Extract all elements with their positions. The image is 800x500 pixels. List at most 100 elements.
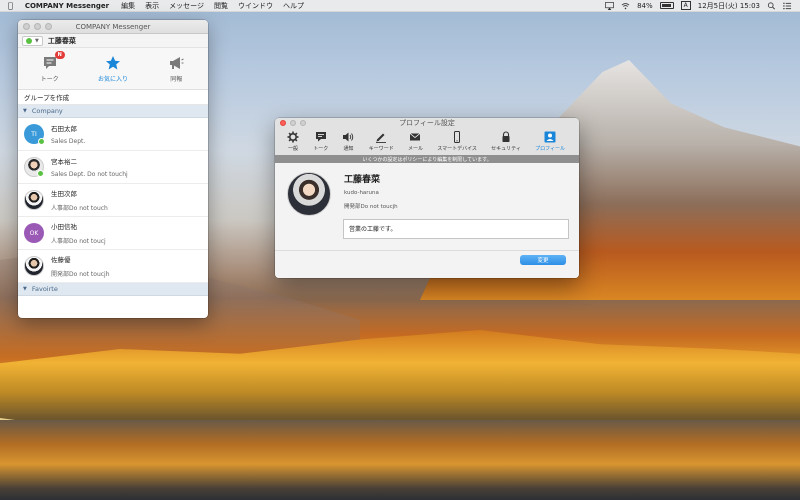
tab-favorites[interactable]: お気に入り xyxy=(88,55,138,83)
contact-status: 開発部Do not toucjh xyxy=(51,271,110,278)
zoom-button[interactable] xyxy=(45,23,52,30)
gear-icon xyxy=(287,131,299,143)
close-button[interactable] xyxy=(280,120,286,126)
menu-bar:  COMPANY Messenger 編集 表示 メッセージ 閲覧 ウインドウ… xyxy=(0,0,800,12)
online-status-icon xyxy=(38,138,45,145)
section-company[interactable]: ▼ Company xyxy=(18,105,208,118)
online-status-icon xyxy=(37,170,44,177)
contact-name: 石田太郎 xyxy=(51,125,77,133)
avatar: TI xyxy=(24,124,45,145)
tab-label: トーク xyxy=(40,75,59,83)
battery-icon[interactable] xyxy=(659,2,674,9)
airplay-icon[interactable] xyxy=(605,1,614,10)
messenger-window: COMPANY Messenger ▼ 工藤春菜 N トーク お気に入り 同報 … xyxy=(18,20,208,318)
create-group-button[interactable]: グループを作成 xyxy=(18,90,208,105)
presence-dropdown[interactable]: ▼ xyxy=(22,35,43,46)
toolbar-smart-device[interactable]: スマートデバイス xyxy=(437,131,477,152)
chevron-down-icon: ▼ xyxy=(35,37,39,44)
toolbar-general[interactable]: 一般 xyxy=(287,131,299,152)
menu-edit[interactable]: 編集 xyxy=(121,1,135,11)
input-method[interactable]: A xyxy=(680,1,691,10)
toolbar-label: キーワード xyxy=(368,146,394,152)
profile-user-id: kudo-haruna xyxy=(344,190,379,196)
contact-item[interactable]: OK 小田信祐 人事部Do not toucj xyxy=(18,217,208,250)
toolbar-label: セキュリティ xyxy=(491,146,521,152)
toolbar-keyword[interactable]: キーワード xyxy=(369,131,394,152)
tab-talk[interactable]: N トーク xyxy=(25,50,75,83)
tab-broadcast[interactable]: 同報 xyxy=(151,55,201,83)
star-icon xyxy=(105,55,120,69)
menu-browse[interactable]: 閲覧 xyxy=(214,1,228,11)
main-tabs: N トーク お気に入り 同報 xyxy=(18,48,208,90)
toolbar-security[interactable]: セキュリティ xyxy=(491,131,521,152)
wifi-icon[interactable] xyxy=(621,2,630,10)
chat-icon xyxy=(315,132,326,142)
toolbar-label: 通知 xyxy=(343,146,354,152)
messenger-titlebar[interactable]: COMPANY Messenger xyxy=(18,20,208,34)
avatar xyxy=(24,190,44,210)
disclosure-triangle-icon: ▼ xyxy=(23,108,27,114)
section-favorite[interactable]: ▼ Favoirte xyxy=(18,283,208,296)
profile-memo-field[interactable]: 営業の工藤です。 xyxy=(343,219,569,239)
minimize-button[interactable] xyxy=(34,23,41,30)
avatar: OK xyxy=(24,223,44,243)
contact-name: 佐藤優 xyxy=(51,256,71,264)
disclosure-triangle-icon: ▼ xyxy=(23,286,27,292)
contact-item[interactable]: TI 石田太郎 Sales Dept. xyxy=(18,118,208,151)
mail-icon xyxy=(410,133,421,141)
menu-window[interactable]: ウインドウ xyxy=(238,1,273,11)
section-label: Favoirte xyxy=(31,285,58,293)
profile-panel: 工藤春菜 kudo-haruna 開発部Do not toucjh 営業の工藤で… xyxy=(275,163,579,278)
toolbar-mail[interactable]: メール xyxy=(408,131,423,152)
zoom-button[interactable] xyxy=(300,120,306,126)
contact-item[interactable]: 宮本裕二 Sales Dept. Do not touchj xyxy=(18,151,208,184)
unread-badge: N xyxy=(54,50,65,59)
tab-label: 同報 xyxy=(170,75,183,83)
menu-message[interactable]: メッセージ xyxy=(169,1,204,11)
current-username: 工藤春菜 xyxy=(47,36,76,45)
avatar-initials: TI xyxy=(31,130,37,138)
menu-help[interactable]: ヘルプ xyxy=(283,1,304,11)
contact-item[interactable]: 佐藤優 開発部Do not toucjh xyxy=(18,250,208,283)
contact-name: 宮本裕二 xyxy=(51,158,77,166)
profile-titlebar[interactable]: プロフィール設定 xyxy=(275,118,579,128)
contact-name: 生田次郎 xyxy=(51,190,77,198)
policy-notice: いくつかの設定はポリシーにより編集を制限しています。 xyxy=(275,155,579,163)
avatar xyxy=(24,157,44,177)
clock[interactable]: 12月5日(火) 15:03 xyxy=(698,1,760,11)
toolbar-notification[interactable]: 通知 xyxy=(342,131,354,152)
app-menu[interactable]: COMPANY Messenger xyxy=(25,2,109,10)
contact-status: Sales Dept. xyxy=(51,138,86,145)
toolbar-label: スマートデバイス xyxy=(437,146,477,152)
profile-status: 開発部Do not toucjh xyxy=(344,204,398,210)
divider xyxy=(275,250,579,251)
settings-toolbar: 一般 トーク 通知 キーワード メール スマートデバイス セキュリティ プロフィ… xyxy=(275,128,579,155)
contact-status: 人事部Do not touch xyxy=(51,205,108,212)
apple-menu-icon[interactable]:  xyxy=(8,1,13,10)
speaker-icon xyxy=(343,132,354,142)
profile-name: 工藤春菜 xyxy=(344,175,381,185)
window-title: プロフィール設定 xyxy=(399,119,455,127)
profile-icon xyxy=(544,131,556,143)
toolbar-label: トーク xyxy=(313,146,329,152)
lock-icon xyxy=(502,131,510,142)
menu-view[interactable]: 表示 xyxy=(145,1,159,11)
user-bar: ▼ 工藤春菜 xyxy=(18,34,208,48)
pen-icon xyxy=(376,133,387,143)
section-label: Company xyxy=(31,107,63,115)
avatar xyxy=(24,256,44,276)
close-button[interactable] xyxy=(23,23,30,30)
notification-center-icon[interactable] xyxy=(783,2,792,10)
change-button[interactable]: 変更 xyxy=(520,255,566,265)
contact-item[interactable]: 生田次郎 人事部Do not touch xyxy=(18,184,208,217)
phone-icon xyxy=(454,131,461,143)
minimize-button[interactable] xyxy=(290,120,296,126)
online-status-icon xyxy=(26,37,32,44)
profile-photo[interactable] xyxy=(287,172,331,216)
spotlight-icon[interactable] xyxy=(767,1,776,10)
contact-name: 小田信祐 xyxy=(51,223,77,231)
toolbar-label: メール xyxy=(407,146,423,152)
toolbar-talk[interactable]: トーク xyxy=(313,131,328,152)
contact-status: Sales Dept. Do not touchj xyxy=(51,171,128,178)
toolbar-profile[interactable]: プロフィール xyxy=(535,131,565,152)
